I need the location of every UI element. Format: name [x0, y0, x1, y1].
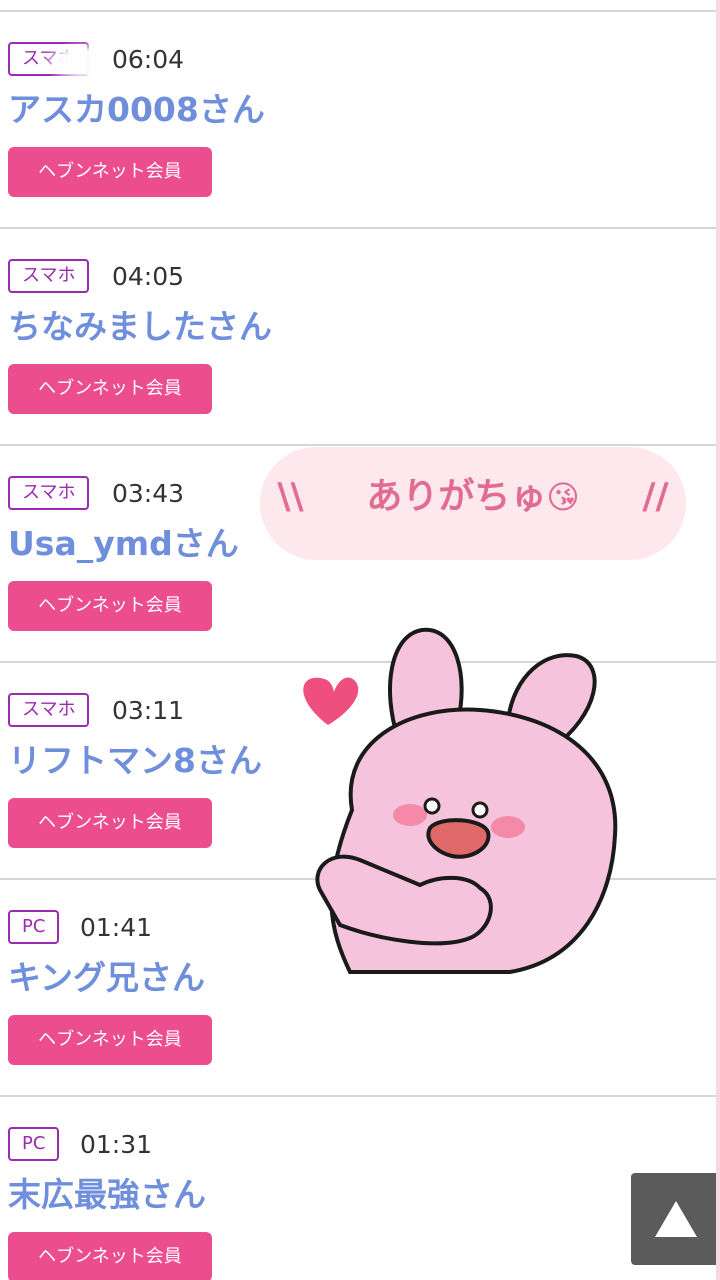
bunny-right-cheek: [491, 816, 525, 838]
visit-time: 03:11: [112, 696, 185, 725]
sticker-message: ありがちゅ: [366, 476, 547, 517]
visitor-name-link[interactable]: キング兄さん: [8, 956, 205, 1000]
visitor-name-link[interactable]: Usa_ymdさん: [8, 522, 239, 566]
visitor-name-link[interactable]: ちなみましたさん: [8, 305, 272, 349]
sticker-right-mark: //: [642, 476, 669, 517]
bunny-left-eye: [423, 797, 441, 815]
clip-mask: [0, 88, 8, 132]
thanks-sticker-bubble: \\ ありがちゅ😘 //: [260, 447, 686, 560]
device-badge: スマホ: [8, 259, 90, 293]
device-badge: PC: [8, 1127, 60, 1161]
list-item: スマホ 06:04 アスカ0008さん ヘブンネット会員: [0, 12, 716, 229]
visitor-name-link[interactable]: リフトマン8さん: [8, 739, 262, 783]
sticker-left-mark: \\: [277, 476, 304, 517]
scroll-to-top-button[interactable]: [631, 1173, 720, 1265]
member-button[interactable]: ヘブンネット会員: [8, 364, 212, 414]
bunny-right-eye: [471, 801, 489, 819]
visit-time: 03:43: [112, 479, 185, 508]
visitor-history-page: スマホ 06:04 アスカ0008さん ヘブンネット会員 スマホ 04:05 ち…: [0, 0, 720, 1280]
heart-icon: [303, 677, 359, 725]
visitor-name-link[interactable]: アスカ0008さん: [8, 88, 265, 132]
thanks-sticker-text: \\ ありがちゅ😘 //: [260, 447, 686, 560]
visit-time: 01:41: [80, 913, 153, 942]
member-button[interactable]: ヘブンネット会員: [8, 1015, 212, 1065]
device-badge: PC: [8, 910, 60, 944]
device-badge: スマホ: [8, 476, 90, 510]
member-button[interactable]: ヘブンネット会員: [8, 798, 212, 848]
member-button[interactable]: ヘブンネット会員: [8, 1232, 212, 1280]
kiss-emoji-icon: 😘: [546, 478, 580, 516]
visit-time: 01:31: [80, 1130, 153, 1159]
device-badge: スマホ: [8, 693, 90, 727]
list-item: PC 01:31 末広最強さん ヘブンネット会員: [0, 1097, 716, 1280]
triangle-up-icon: [655, 1201, 697, 1237]
list-item: スマホ 04:05 ちなみましたさん ヘブンネット会員: [0, 229, 716, 446]
pink-bunny-sticker: [303, 627, 618, 974]
member-button[interactable]: ヘブンネット会員: [8, 147, 212, 197]
page-edge: [716, 0, 720, 1280]
bunny-mouth: [426, 818, 491, 859]
member-button[interactable]: ヘブンネット会員: [8, 581, 212, 631]
visitor-name-link[interactable]: 末広最強さん: [8, 1173, 206, 1217]
visit-time: 04:05: [112, 262, 185, 291]
bunny-left-cheek: [393, 804, 427, 826]
visit-time: 06:04: [112, 45, 185, 74]
